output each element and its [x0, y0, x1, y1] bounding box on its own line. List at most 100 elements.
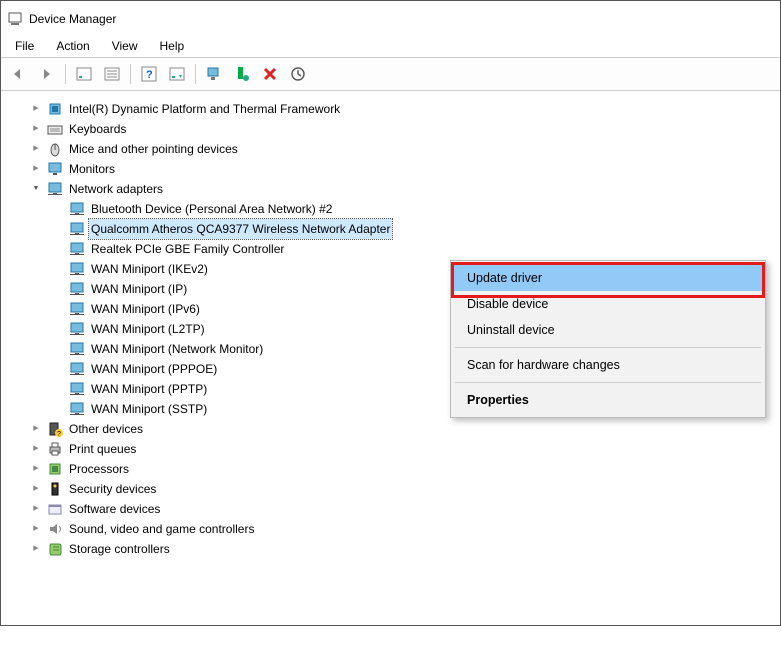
- context-separator: [455, 382, 761, 383]
- context-disable-device[interactable]: Disable device: [453, 291, 763, 317]
- printer-icon: [47, 441, 63, 457]
- expander-none: [51, 342, 65, 356]
- expander-none: [51, 322, 65, 336]
- monitor-icon: [47, 161, 63, 177]
- tree-item[interactable]: Realtek PCIe GBE Family Controller: [11, 239, 780, 259]
- tree-item-label: WAN Miniport (IKEv2): [89, 259, 210, 279]
- context-scan-hardware[interactable]: Scan for hardware changes: [453, 352, 763, 378]
- tree-item-label: Keyboards: [67, 119, 128, 139]
- tree-item-label: Print queues: [67, 439, 138, 459]
- toolbar-separator: [195, 64, 196, 84]
- tree-item-label: WAN Miniport (Network Monitor): [89, 339, 265, 359]
- tree-item-label: WAN Miniport (IP): [89, 279, 189, 299]
- toolbar-separator: [130, 64, 131, 84]
- keyboard-icon: [47, 121, 63, 137]
- tree-item-label: Security devices: [67, 479, 158, 499]
- tree-item[interactable]: Sound, video and game controllers: [11, 519, 780, 539]
- network-icon: [69, 241, 85, 257]
- tree-item[interactable]: Keyboards: [11, 119, 780, 139]
- expander-icon[interactable]: [29, 142, 43, 156]
- expander-icon[interactable]: [29, 442, 43, 456]
- tree-item[interactable]: Storage controllers: [11, 539, 780, 559]
- tree-item-label: WAN Miniport (SSTP): [89, 399, 209, 419]
- expander-icon[interactable]: [29, 522, 43, 536]
- toolbar-help-button[interactable]: ?: [137, 62, 161, 86]
- window-title: Device Manager: [29, 12, 116, 26]
- tree-item[interactable]: Bluetooth Device (Personal Area Network)…: [11, 199, 780, 219]
- tree-item[interactable]: Security devices: [11, 479, 780, 499]
- expander-icon[interactable]: [29, 502, 43, 516]
- toolbar: ?: [1, 57, 780, 91]
- expander-none: [51, 242, 65, 256]
- tree-item-label: Network adapters: [67, 179, 165, 199]
- network-icon: [47, 181, 63, 197]
- expander-icon[interactable]: [29, 542, 43, 556]
- context-uninstall-device[interactable]: Uninstall device: [453, 317, 763, 343]
- tree-item[interactable]: Qualcomm Atheros QCA9377 Wireless Networ…: [11, 219, 780, 239]
- tree-item[interactable]: Mice and other pointing devices: [11, 139, 780, 159]
- toolbar-back-button[interactable]: [7, 62, 31, 86]
- cpu-icon: [47, 461, 63, 477]
- network-icon: [69, 361, 85, 377]
- tree-item-label: Software devices: [67, 499, 162, 519]
- tree-item[interactable]: Software devices: [11, 499, 780, 519]
- tree-item-label: Bluetooth Device (Personal Area Network)…: [89, 199, 334, 219]
- menu-help[interactable]: Help: [150, 37, 195, 55]
- svg-text:?: ?: [57, 431, 61, 437]
- toolbar-properties-button[interactable]: [100, 62, 124, 86]
- context-properties[interactable]: Properties: [453, 387, 763, 413]
- tree-item-label: WAN Miniport (IPv6): [89, 299, 202, 319]
- tree-item[interactable]: Network adapters: [11, 179, 780, 199]
- context-update-driver[interactable]: Update driver: [453, 265, 763, 291]
- expander-none: [51, 262, 65, 276]
- expander-icon[interactable]: [29, 162, 43, 176]
- network-icon: [69, 201, 85, 217]
- toolbar-add-legacy-button[interactable]: [230, 62, 254, 86]
- expander-icon[interactable]: [29, 182, 43, 196]
- expander-none: [51, 282, 65, 296]
- network-icon: [69, 261, 85, 277]
- network-icon: [69, 281, 85, 297]
- expander-none: [51, 202, 65, 216]
- expander-icon[interactable]: [29, 462, 43, 476]
- tree-item-label: Qualcomm Atheros QCA9377 Wireless Networ…: [89, 219, 392, 239]
- tree-item[interactable]: Intel(R) Dynamic Platform and Thermal Fr…: [11, 99, 780, 119]
- tree-item[interactable]: Processors: [11, 459, 780, 479]
- expander-icon[interactable]: [29, 482, 43, 496]
- security-icon: [47, 481, 63, 497]
- toolbar-enable-button[interactable]: [202, 62, 226, 86]
- tree-item[interactable]: ? Other devices: [11, 419, 780, 439]
- context-menu: Update driver Disable device Uninstall d…: [450, 260, 766, 418]
- network-icon: [69, 341, 85, 357]
- expander-icon[interactable]: [29, 102, 43, 116]
- mouse-icon: [47, 141, 63, 157]
- tree-item-label: Processors: [67, 459, 131, 479]
- tree-item[interactable]: Monitors: [11, 159, 780, 179]
- tree-item-label: WAN Miniport (PPTP): [89, 379, 209, 399]
- tree-item-label: Storage controllers: [67, 539, 172, 559]
- storage-icon: [47, 541, 63, 557]
- toolbar-show-hidden-button[interactable]: [72, 62, 96, 86]
- app-icon: [7, 11, 23, 27]
- menu-action[interactable]: Action: [46, 37, 99, 55]
- expander-icon[interactable]: [29, 122, 43, 136]
- menu-view[interactable]: View: [102, 37, 148, 55]
- toolbar-scan-button[interactable]: [286, 62, 310, 86]
- expander-icon[interactable]: [29, 422, 43, 436]
- toolbar-separator: [65, 64, 66, 84]
- tree-item-label: WAN Miniport (PPPOE): [89, 359, 219, 379]
- tree-item-label: Mice and other pointing devices: [67, 139, 240, 159]
- network-icon: [69, 401, 85, 417]
- toolbar-uninstall-button[interactable]: [258, 62, 282, 86]
- toolbar-forward-button[interactable]: [35, 62, 59, 86]
- tree-item-label: Intel(R) Dynamic Platform and Thermal Fr…: [67, 99, 342, 119]
- tree-item[interactable]: Print queues: [11, 439, 780, 459]
- toolbar-update-driver-button[interactable]: [165, 62, 189, 86]
- context-separator: [455, 347, 761, 348]
- tree-item-label: WAN Miniport (L2TP): [89, 319, 207, 339]
- tree-item-label: Sound, video and game controllers: [67, 519, 256, 539]
- menu-file[interactable]: File: [5, 37, 44, 55]
- unknown-icon: ?: [47, 421, 63, 437]
- tree-item-label: Other devices: [67, 419, 145, 439]
- expander-none: [51, 402, 65, 416]
